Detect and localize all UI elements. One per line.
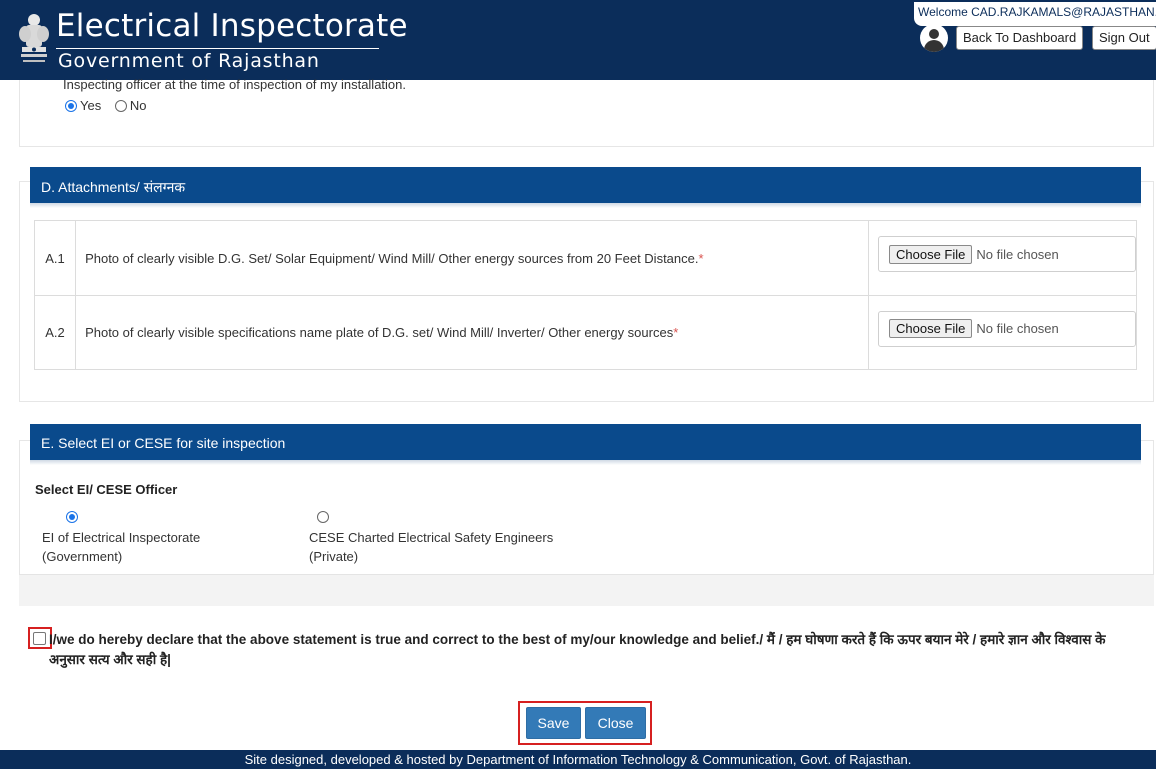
yes-radio[interactable]: [65, 100, 77, 112]
cese-option-radio-wrap: [317, 507, 329, 526]
section-d-header: D. Attachments/ संलग्नक: [30, 167, 1141, 208]
close-button[interactable]: Close: [585, 707, 646, 739]
declaration-checkbox[interactable]: [33, 632, 46, 645]
file-status: No file chosen: [976, 246, 1059, 262]
welcome-text: Welcome CAD.RAJKAMALS@RAJASTHAN....: [914, 2, 1156, 26]
select-officer-label: Select EI/ CESE Officer: [35, 482, 178, 497]
ei-option-radio-wrap: [66, 507, 78, 526]
file-status: No file chosen: [976, 321, 1059, 336]
attachments-table: A.1 Photo of clearly visible D.G. Set/ S…: [33, 220, 1137, 370]
declaration-text: I/we do hereby declare that the above st…: [49, 632, 1106, 667]
ei-option-line2: (Government): [42, 549, 123, 564]
section-e-header: E. Select EI or CESE for site inspection: [30, 424, 1141, 465]
attachment-file-cell: Choose File No file chosen: [868, 220, 1137, 296]
save-button[interactable]: Save: [526, 707, 581, 739]
inspection-question-text: Inspecting officer at the time of inspec…: [63, 77, 406, 92]
user-avatar-icon[interactable]: [920, 24, 948, 52]
no-label: No: [129, 98, 147, 113]
ei-radio[interactable]: [66, 511, 78, 523]
attachment-file-cell: Choose File No file chosen: [868, 295, 1137, 370]
choose-file-button[interactable]: Choose File: [889, 319, 973, 338]
title-divider: [56, 48, 379, 49]
choose-file-button[interactable]: Choose File: [889, 244, 973, 264]
site-title: Electrical Inspectorate: [56, 8, 408, 44]
attachment-number: A.2: [33, 295, 77, 370]
section-e-footer-strip: [19, 574, 1154, 606]
yes-label: Yes: [80, 98, 102, 113]
table-row: A.2 Photo of clearly visible specificati…: [33, 295, 1137, 370]
required-marker: *: [698, 250, 704, 266]
no-radio[interactable]: [114, 100, 127, 112]
table-row: A.1 Photo of clearly visible D.G. Set/ S…: [33, 220, 1137, 296]
file-input-a1[interactable]: Choose File No file chosen: [878, 236, 1136, 272]
ei-option-line1: EI of Electrical Inspectorate: [42, 530, 201, 545]
file-input-a2[interactable]: Choose File No file chosen: [878, 310, 1136, 347]
attachment-description: Photo of clearly visible D.G. Set/ Solar…: [75, 220, 869, 296]
attachment-desc-text: Photo of clearly visible D.G. Set/ Solar…: [85, 250, 699, 266]
cese-option-line2: (Private): [309, 549, 359, 564]
top-header: Electrical Inspectorate Government of Ra…: [0, 0, 1156, 80]
cese-option-line1: CESE Charted Electrical Safety Engineers: [309, 530, 554, 545]
state-emblem-icon: [19, 14, 49, 62]
attachment-desc-text: Photo of clearly visible specifications …: [85, 325, 674, 340]
sign-out-button[interactable]: Sign Out: [1092, 26, 1156, 50]
site-footer: Site designed, developed & hosted by Dep…: [0, 750, 1156, 769]
site-subtitle: Government of Rajasthan: [58, 50, 320, 72]
ei-option-label: EI of Electrical Inspectorate (Governmen…: [42, 528, 200, 566]
cese-radio[interactable]: [317, 511, 329, 523]
cese-option-label: CESE Charted Electrical Safety Engineers…: [309, 528, 553, 566]
yes-no-radio-group: Yes No: [65, 98, 156, 113]
required-marker: *: [673, 325, 679, 340]
back-to-dashboard-button[interactable]: Back To Dashboard: [956, 26, 1084, 50]
attachment-description: Photo of clearly visible specifications …: [75, 295, 869, 370]
attachment-number: A.1: [33, 220, 77, 296]
